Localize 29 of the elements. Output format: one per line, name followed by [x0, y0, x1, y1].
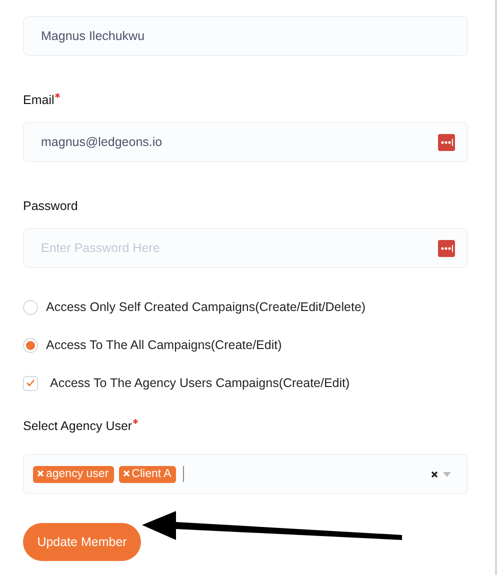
agency-user-label: Select Agency User: [23, 419, 132, 434]
password-manager-icon[interactable]: [438, 240, 455, 256]
radio-label: Access Only Self Created Campaigns(Create/Edit/Delete): [46, 300, 366, 314]
radio-button[interactable]: [23, 300, 38, 314]
radio-button[interactable]: [23, 338, 38, 352]
update-member-button[interactable]: Update Member: [23, 523, 141, 561]
password-manager-icon[interactable]: [438, 134, 455, 150]
text-cursor: [183, 466, 184, 482]
check-icon: [26, 379, 35, 387]
selected-tag[interactable]: agency user: [33, 466, 114, 482]
email-field[interactable]: magnus@ledgeons.io: [23, 122, 468, 162]
password-placeholder: Enter Password Here: [41, 241, 161, 255]
email-label: Email: [23, 93, 54, 108]
password-label: Password: [23, 199, 78, 214]
checkbox-label: Access To The Agency Users Campaigns(Create/Edit): [50, 376, 350, 390]
remove-icon[interactable]: [37, 470, 44, 477]
email-value: magnus@ledgeons.io: [41, 135, 164, 149]
radio-label: Access To The All Campaigns(Create/Edit): [46, 338, 282, 352]
required-asterisk-icon: [55, 93, 60, 98]
name-value: Magnus Ilechukwu: [41, 29, 146, 43]
name-field[interactable]: Magnus Ilechukwu: [23, 16, 468, 56]
password-field[interactable]: Enter Password Here: [23, 228, 468, 268]
checkbox[interactable]: [23, 376, 38, 390]
required-asterisk-icon: [133, 419, 138, 424]
dropdown-caret-icon[interactable]: [443, 472, 451, 476]
remove-icon[interactable]: [122, 470, 130, 477]
agency-user-select[interactable]: agency user Client A: [23, 454, 468, 494]
selected-tag[interactable]: Client A: [118, 466, 176, 482]
clear-icon[interactable]: [431, 470, 438, 478]
